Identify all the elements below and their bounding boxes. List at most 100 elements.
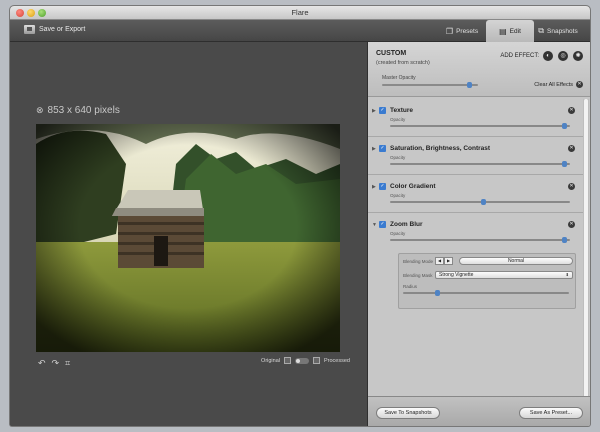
tab-snapshots[interactable]: ⧉ Snapshots bbox=[534, 20, 582, 42]
mode-tabs: ❐ Presets ▤ Edit ⧉ Snapshots bbox=[438, 20, 582, 42]
toolbar: Save or Export ❐ Presets ▤ Edit ⧉ Snapsh… bbox=[10, 20, 590, 42]
master-opacity-knob[interactable] bbox=[467, 82, 472, 88]
panel-header: CUSTOM (created from scratch) ADD EFFECT… bbox=[368, 42, 590, 97]
effect-zoom-blur: ▼ ✓ Zoom Blur ✕ Opacity bbox=[368, 213, 583, 251]
add-effect-label: ADD EFFECT: bbox=[500, 53, 539, 59]
effect-enabled-checkbox[interactable]: ✓ bbox=[379, 107, 386, 114]
blending-mode-value[interactable]: Normal bbox=[459, 257, 573, 265]
opacity-slider[interactable] bbox=[390, 123, 570, 129]
blending-mode-stepper: ◀ ▶ bbox=[435, 257, 453, 265]
disclosure-triangle-icon[interactable]: ▶ bbox=[372, 184, 376, 190]
compare-toggle: Original Processed bbox=[261, 357, 350, 364]
opacity-label: Opacity bbox=[390, 155, 406, 160]
tab-edit[interactable]: ▤ Edit bbox=[486, 20, 534, 42]
clear-all-effects-label: Clear All Effects bbox=[534, 81, 573, 88]
undo-icon[interactable]: ↶ bbox=[38, 358, 46, 369]
opacity-knob[interactable] bbox=[481, 199, 486, 205]
disclosure-triangle-icon[interactable]: ▼ bbox=[372, 222, 377, 228]
tab-edit-label: Edit bbox=[509, 27, 521, 35]
zoom-window-button[interactable] bbox=[38, 9, 46, 17]
tab-presets-label: Presets bbox=[456, 27, 479, 35]
add-effect-blur-icon[interactable]: ✺ bbox=[573, 51, 583, 61]
tab-snapshots-label: Snapshots bbox=[547, 27, 578, 35]
image-size-text: 853 x 640 pixels bbox=[47, 105, 120, 116]
next-mode-button[interactable]: ▶ bbox=[444, 257, 453, 265]
original-processed-switch[interactable] bbox=[295, 357, 309, 364]
opacity-knob[interactable] bbox=[562, 237, 567, 243]
effect-name: Texture bbox=[390, 107, 413, 114]
close-window-button[interactable] bbox=[16, 9, 24, 17]
master-opacity-slider[interactable] bbox=[382, 82, 478, 88]
image-tools: ↶ ↷ ⌗ bbox=[38, 358, 70, 369]
add-effect-texture-icon[interactable]: ◎ bbox=[558, 51, 568, 61]
effect-saturation-brightness-contrast: ▶ ✓ Saturation, Brightness, Contrast ✕ O… bbox=[368, 137, 583, 175]
preset-title: CUSTOM bbox=[376, 50, 407, 57]
photo-preview bbox=[36, 124, 340, 352]
disclosure-triangle-icon[interactable]: ▶ bbox=[372, 146, 376, 152]
edit-panel: CUSTOM (created from scratch) ADD EFFECT… bbox=[367, 42, 590, 426]
chevron-down-icon: ⬍ bbox=[565, 272, 569, 277]
remove-effect-icon[interactable]: ✕ bbox=[568, 221, 575, 228]
opacity-knob[interactable] bbox=[562, 123, 567, 129]
master-opacity-label: Master Opacity bbox=[382, 75, 416, 81]
processed-label: Processed bbox=[324, 357, 350, 364]
opacity-slider[interactable] bbox=[390, 237, 570, 243]
panel-footer: Save To Snapshots Save As Preset... bbox=[368, 396, 590, 426]
effect-enabled-checkbox[interactable]: ✓ bbox=[379, 221, 386, 228]
snapshots-icon: ⧉ bbox=[538, 26, 544, 35]
remove-effect-icon[interactable]: ✕ bbox=[568, 183, 575, 190]
image-size-icon: ⊗ bbox=[36, 105, 44, 115]
clear-all-effects-button[interactable]: Clear All Effects ✕ bbox=[534, 81, 583, 88]
effect-enabled-checkbox[interactable]: ✓ bbox=[379, 183, 386, 190]
blending-mask-label: Blending Mask bbox=[403, 273, 433, 278]
panel-scrollbar[interactable] bbox=[583, 99, 589, 399]
opacity-label: Opacity bbox=[390, 193, 406, 198]
title-bar: Flare bbox=[10, 6, 590, 20]
radius-knob[interactable] bbox=[435, 290, 440, 296]
blending-mode-label: Blending Mode bbox=[403, 259, 434, 264]
blending-mask-select[interactable]: Strong Vignette ⬍ bbox=[435, 271, 573, 279]
opacity-knob[interactable] bbox=[562, 161, 567, 167]
remove-effect-icon[interactable]: ✕ bbox=[568, 145, 575, 152]
original-icon bbox=[284, 357, 291, 364]
radius-slider[interactable] bbox=[403, 290, 569, 296]
preset-subtitle: (created from scratch) bbox=[376, 60, 430, 66]
edit-icon: ▤ bbox=[499, 26, 507, 36]
canvas-area: ⊗ 853 x 640 pixels ↶ ↷ ⌗ Original Proces… bbox=[10, 42, 367, 426]
app-window: Flare Save or Export ❐ Presets ▤ Edit ⧉ … bbox=[10, 6, 590, 426]
add-effect-color-icon[interactable]: ◐ bbox=[543, 51, 553, 61]
save-or-export-button[interactable]: Save or Export bbox=[24, 25, 85, 34]
save-to-snapshots-button[interactable]: Save To Snapshots bbox=[376, 407, 440, 419]
effect-enabled-checkbox[interactable]: ✓ bbox=[379, 145, 386, 152]
clear-all-icon: ✕ bbox=[576, 81, 583, 88]
opacity-slider[interactable] bbox=[390, 199, 570, 205]
save-or-export-label: Save or Export bbox=[39, 26, 86, 33]
disclosure-triangle-icon[interactable]: ▶ bbox=[372, 108, 376, 114]
original-label: Original bbox=[261, 357, 280, 364]
blending-mask-value: Strong Vignette bbox=[439, 272, 474, 278]
save-export-icon bbox=[24, 25, 35, 34]
processed-icon bbox=[313, 357, 320, 364]
effects-list: ▶ ✓ Texture ✕ Opacity ▶ ✓ Saturation, Br… bbox=[368, 97, 583, 397]
crop-icon[interactable]: ⌗ bbox=[65, 358, 70, 369]
effect-color-gradient: ▶ ✓ Color Gradient ✕ Opacity bbox=[368, 175, 583, 213]
remove-effect-icon[interactable]: ✕ bbox=[568, 107, 575, 114]
save-as-preset-button[interactable]: Save As Preset... bbox=[519, 407, 583, 419]
presets-icon: ❐ bbox=[445, 26, 454, 36]
effect-name: Color Gradient bbox=[390, 183, 436, 190]
tab-presets[interactable]: ❐ Presets bbox=[438, 20, 486, 42]
opacity-label: Opacity bbox=[390, 117, 406, 122]
window-title: Flare bbox=[291, 8, 309, 17]
radius-label: Radius bbox=[403, 284, 418, 289]
zoom-blur-options: Blending Mode ◀ ▶ Normal Blending Mask S… bbox=[398, 253, 576, 309]
previous-mode-button[interactable]: ◀ bbox=[435, 257, 444, 265]
image-size-readout: ⊗ 853 x 640 pixels bbox=[36, 105, 120, 116]
effect-name: Zoom Blur bbox=[390, 221, 423, 228]
opacity-label: Opacity bbox=[390, 231, 406, 236]
scrollbar-thumb[interactable] bbox=[584, 99, 588, 399]
effect-name: Saturation, Brightness, Contrast bbox=[390, 145, 491, 152]
opacity-slider[interactable] bbox=[390, 161, 570, 167]
minimize-window-button[interactable] bbox=[27, 9, 35, 17]
effect-texture: ▶ ✓ Texture ✕ Opacity bbox=[368, 99, 583, 137]
redo-icon[interactable]: ↷ bbox=[52, 358, 60, 369]
